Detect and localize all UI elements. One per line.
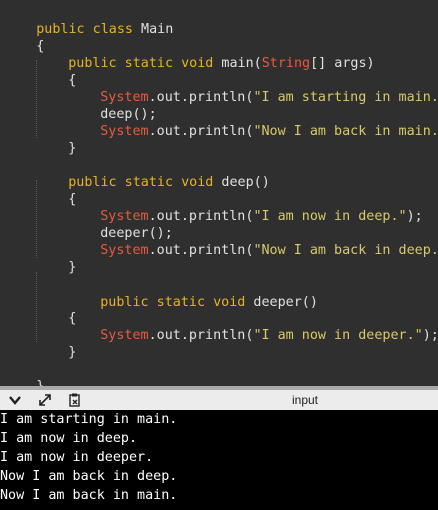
code-line: { [4, 21, 44, 54]
code-keyword: public static void [68, 175, 214, 190]
code-class: System [100, 124, 149, 139]
code-line: } [36, 327, 76, 360]
code-line: System.out.println("Now I am back in mai… [68, 106, 438, 139]
console-line: Now I am back in deep. [0, 469, 178, 484]
code-line: } [4, 361, 44, 386]
code-text: } [68, 260, 77, 275]
code-text: } [36, 379, 44, 386]
code-class: System [100, 243, 149, 258]
code-editor[interactable]: public class Main { public static void m… [0, 0, 438, 386]
code-line: System.out.println("Now I am back in dee… [68, 225, 438, 258]
console-line: I am now in deep. [0, 431, 138, 446]
code-text: main( [213, 56, 262, 71]
code-line: public static void deeper() [68, 277, 318, 310]
code-line: public static void main(String[] args) [36, 38, 374, 71]
code-text: deep() [213, 175, 270, 190]
code-text: .out.println( [148, 124, 254, 139]
code-text: ); [406, 209, 423, 224]
code-line: deeper(); [68, 208, 173, 241]
code-line: } [36, 123, 76, 156]
code-keyword: public class [36, 22, 133, 37]
code-line: System.out.println("I am now in deeper."… [68, 310, 438, 343]
console-output: I am starting in main. I am now in deep.… [0, 410, 438, 510]
code-keyword: public static void [100, 295, 246, 310]
code-keyword: public static void [68, 56, 214, 71]
code-text: ); [422, 328, 438, 343]
code-line: deep(); [68, 89, 156, 122]
code-line: { [36, 293, 76, 326]
code-text: } [68, 345, 77, 360]
code-line: public class Main [4, 4, 173, 37]
code-text: .out.println( [148, 90, 254, 105]
code-text: Main [133, 22, 174, 37]
chevron-down-icon[interactable] [6, 390, 24, 410]
code-class: System [100, 328, 149, 343]
code-line: { [36, 55, 76, 88]
console-line: Now I am back in main. [0, 488, 178, 503]
code-line: } [36, 242, 76, 275]
code-string: "I am now in deep." [253, 209, 407, 224]
code-line: System.out.println("I am now in deep."); [68, 191, 423, 224]
code-text: deeper() [245, 295, 318, 310]
code-text: [] args) [310, 56, 375, 71]
input-tab[interactable]: input [270, 390, 340, 410]
clear-console-icon[interactable] [66, 390, 84, 410]
code-text: } [68, 141, 77, 156]
code-line: { [36, 174, 76, 207]
console-line: I am now in deeper. [0, 450, 154, 465]
code-text: .out.println( [148, 243, 254, 258]
code-string: "Now I am back in deep." [253, 243, 438, 258]
code-class: String [261, 56, 311, 71]
code-string: "I am now in deeper." [253, 328, 423, 343]
expand-icon[interactable] [36, 390, 54, 410]
code-line: public static void deep() [36, 157, 270, 190]
console-toolbar: input [0, 390, 438, 411]
console-line: I am starting in main. [0, 412, 178, 427]
code-line: System.out.println("I am starting in mai… [68, 72, 438, 105]
code-string: "I am starting in main." [253, 90, 438, 105]
code-text: .out.println( [148, 328, 254, 343]
code-string: "Now I am back in main." [253, 124, 438, 139]
